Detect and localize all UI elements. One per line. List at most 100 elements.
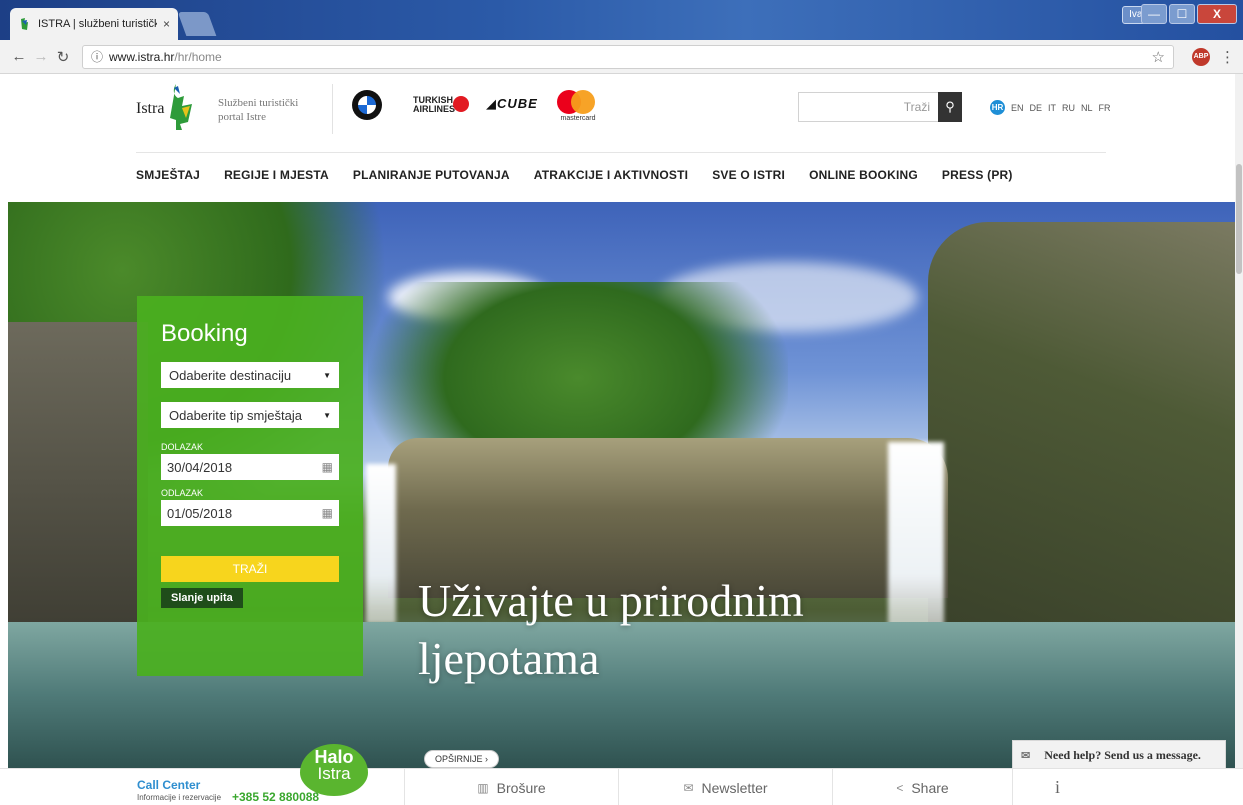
chat-widget[interactable]: ✉ Need help? Send us a message. (1012, 740, 1226, 770)
info-icon: i (1054, 777, 1060, 797)
istra-favicon-icon (21, 18, 28, 30)
logo-text[interactable]: Istra (136, 100, 164, 118)
hero-banner: Booking Odaberite destinaciju ▼ Odaberit… (8, 202, 1235, 768)
chat-text: Need help? Send us a message. (1044, 747, 1201, 762)
brochures-button[interactable]: ▥ Brošure (404, 769, 618, 805)
hero-cliff-left (8, 322, 148, 642)
browser-menu-icon[interactable]: ⋮ (1220, 48, 1235, 66)
forward-arrow-icon[interactable]: → (30, 48, 52, 65)
nav-smjestaj[interactable]: SMJEŠTAJ (136, 168, 200, 182)
info-icon[interactable]: ⓘ (91, 48, 103, 65)
mastercard-logo[interactable]: mastercard (555, 90, 596, 124)
brochures-label: Brošure (496, 779, 546, 796)
url-host: www.istra.hr (109, 49, 175, 64)
search-input[interactable] (798, 92, 938, 122)
envelope-icon: ✉ (1021, 749, 1031, 762)
share-icon: < (896, 780, 904, 795)
tab-title: ISTRA | službeni turistički (38, 18, 157, 30)
newsletter-label: Newsletter (701, 779, 768, 796)
cube-logo-icon: ◢ (486, 96, 497, 111)
call-center-title: Call Center (137, 778, 201, 792)
hero-waterfall-left (366, 464, 396, 624)
read-more-button[interactable]: OPŠIRNIJE › (424, 750, 500, 768)
call-center-phone[interactable]: +385 52 880088 (232, 790, 319, 804)
arrival-label: DOLAZAK (161, 442, 204, 452)
share-button[interactable]: < Share (832, 769, 1012, 805)
envelope-icon: ✉ (683, 780, 694, 795)
turkish-airlines-emblem-icon (453, 96, 469, 112)
adblock-extension-icon[interactable]: ABP (1192, 47, 1210, 66)
page-scrollbar[interactable] (1235, 74, 1243, 768)
newsletter-button[interactable]: ✉ Newsletter (618, 769, 832, 805)
tagline-line-2: portal Istre (218, 111, 266, 123)
tagline-line-1: Službeni turistički (218, 97, 299, 109)
nav-atrakcije-i-aktivnosti[interactable]: ATRAKCIJE I AKTIVNOSTI (534, 168, 688, 182)
new-tab-button[interactable] (177, 12, 217, 36)
close-window-button[interactable]: X (1197, 4, 1237, 24)
reload-icon[interactable]: ↻ (52, 48, 74, 66)
calendar-icon[interactable]: ▦ (322, 506, 333, 520)
hero-headline: Uživajte u prirodnim ljepotama (418, 575, 804, 684)
lang-de[interactable]: DE (1030, 103, 1043, 113)
info-button[interactable]: i (1012, 769, 1102, 805)
nav-regije-i-mjesta[interactable]: REGIJE I MJESTA (224, 168, 329, 182)
lang-hr[interactable]: HR (990, 100, 1005, 115)
cube-logo[interactable]: ◢CUBE (486, 96, 538, 112)
bmw-logo-icon[interactable] (352, 90, 382, 120)
lang-nl[interactable]: NL (1081, 103, 1093, 113)
turkish-airlines-logo[interactable]: TURKISH AIRLINES (413, 96, 469, 114)
lang-ru[interactable]: RU (1062, 103, 1075, 113)
search-button[interactable]: ⚲ (938, 92, 962, 122)
halo-line-1: Halo (314, 747, 354, 767)
halo-line-2: Istra (317, 764, 351, 783)
book-icon: ▥ (477, 780, 489, 795)
lang-it[interactable]: IT (1048, 103, 1056, 113)
maximize-button[interactable]: ☐ (1169, 4, 1195, 24)
language-switcher: HR EN DE IT RU NL FR (990, 100, 1111, 115)
calendar-icon[interactable]: ▦ (322, 460, 333, 474)
header-separator (136, 152, 1106, 153)
tab-close-icon[interactable]: × (163, 17, 170, 31)
hero-cliff-right (928, 222, 1235, 642)
lang-fr[interactable]: FR (1099, 103, 1111, 113)
mastercard-text: mastercard (560, 115, 596, 122)
minimize-button[interactable]: — (1141, 4, 1167, 24)
destination-select[interactable]: Odaberite destinaciju ▼ (161, 362, 339, 388)
destination-value: Odaberite destinaciju (169, 367, 292, 383)
accommodation-type-select[interactable]: Odaberite tip smještaja ▼ (161, 402, 339, 428)
booking-title: Booking (161, 320, 248, 347)
address-bar: ← → ↻ ⓘ www.istra.hr /hr/home ☆ ABP ⋮ (0, 40, 1243, 74)
lang-en[interactable]: EN (1011, 103, 1024, 113)
departure-date-field[interactable]: 01/05/2018 ▦ (161, 500, 339, 526)
mastercard-yellow-circle-icon (571, 90, 595, 114)
send-inquiry-button[interactable]: Slanje upita (161, 588, 243, 608)
departure-date-value: 01/05/2018 (167, 505, 233, 521)
booking-search-button[interactable]: TRAŽI (161, 556, 339, 582)
site-search: ⚲ (798, 92, 962, 122)
cube-text: CUBE (497, 96, 538, 111)
nav-online-booking[interactable]: ONLINE BOOKING (809, 168, 918, 182)
nav-planiranje-putovanja[interactable]: PLANIRANJE PUTOVANJA (353, 168, 510, 182)
site-tagline: Službeni turistički portal Istre (218, 96, 298, 124)
search-icon: ⚲ (945, 99, 955, 114)
caret-down-icon: ▼ (323, 370, 331, 380)
turkish-line-2: AIRLINES (413, 104, 456, 114)
nav-press[interactable]: PRESS (PR) (942, 168, 1013, 182)
url-input[interactable]: ⓘ www.istra.hr /hr/home ☆ (82, 44, 1174, 69)
share-label: Share (911, 779, 949, 796)
arrival-date-field[interactable]: 30/04/2018 ▦ (161, 454, 339, 480)
halo-istra-badge[interactable]: Halo Istra (300, 744, 368, 796)
site-header: Istra Službeni turistički portal Istre T… (0, 74, 1243, 202)
accommodation-type-value: Odaberite tip smještaja (169, 407, 302, 423)
header-divider (332, 84, 333, 134)
arrival-date-value: 30/04/2018 (167, 459, 233, 475)
back-arrow-icon[interactable]: ← (8, 48, 30, 65)
booking-widget: Booking Odaberite destinaciju ▼ Odaberit… (137, 296, 363, 676)
browser-titlebar: ISTRA | službeni turistički × Ivan — ☐ X (0, 0, 1243, 40)
main-navigation: SMJEŠTAJ REGIJE I MJESTA PLANIRANJE PUTO… (136, 168, 1013, 182)
nav-sve-o-istri[interactable]: SVE O ISTRI (712, 168, 785, 182)
scrollbar-thumb[interactable] (1236, 164, 1242, 274)
browser-tab[interactable]: ISTRA | službeni turistički × (10, 8, 178, 40)
caret-down-icon: ▼ (323, 410, 331, 420)
bookmark-star-icon[interactable]: ☆ (1152, 48, 1165, 66)
